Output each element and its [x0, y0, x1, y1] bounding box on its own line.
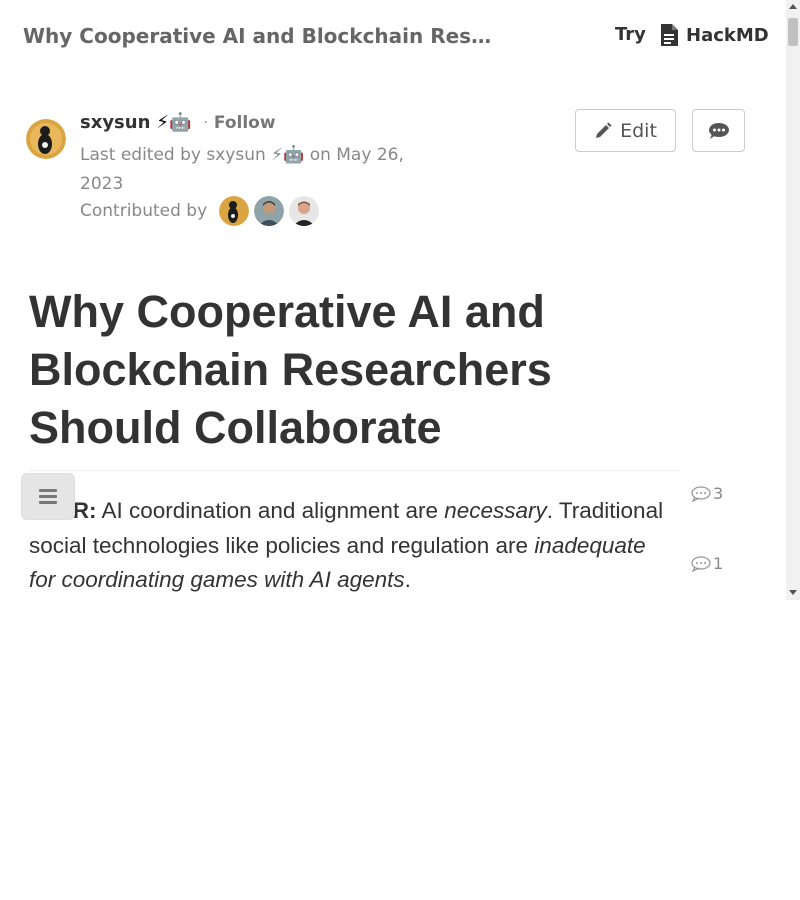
hackmd-link[interactable]: HackMD — [660, 24, 769, 46]
edited-by-name[interactable]: sxysun — [206, 145, 265, 165]
inline-comment-count[interactable]: 3 — [691, 484, 723, 503]
edited-emoji: ⚡🤖 — [271, 145, 305, 165]
contributors: Contributed by — [80, 196, 320, 226]
comment-icon — [691, 555, 711, 572]
scrollbar-thumb[interactable] — [788, 18, 798, 46]
pencil-icon — [596, 122, 612, 138]
hackmd-label: HackMD — [686, 24, 769, 46]
try-link[interactable]: Try — [615, 24, 646, 45]
comment-count: 3 — [713, 484, 724, 503]
comment-icon — [691, 485, 711, 502]
contributor-avatar[interactable] — [289, 196, 320, 226]
edit-label: Edit — [620, 119, 657, 142]
edited-prefix: Last edited by — [80, 145, 201, 165]
file-icon — [661, 24, 678, 46]
follow-button[interactable]: Follow — [214, 113, 276, 133]
doc-title[interactable]: Why Cooperative AI and Blockchain Resea.… — [23, 24, 493, 48]
article-title: Why Cooperative AI and Blockchain Resear… — [29, 286, 552, 453]
viewport: Why Cooperative AI and Blockchain Resea.… — [0, 0, 786, 600]
emphasis-text: necessary — [444, 498, 547, 523]
scroll-up-arrow-icon[interactable] — [789, 4, 797, 9]
comment-count: 1 — [713, 554, 724, 573]
separator-dot: · — [203, 114, 208, 131]
contributed-label: Contributed by — [80, 201, 208, 221]
edit-button[interactable]: Edit — [575, 109, 676, 152]
table-of-contents-button[interactable] — [22, 474, 74, 519]
title-divider — [29, 470, 679, 471]
author-name[interactable]: sxysun — [80, 112, 150, 133]
paragraph-text: AI coordination and alignment are — [96, 498, 445, 523]
menu-icon — [39, 489, 57, 504]
contributor-avatar[interactable] — [219, 196, 250, 226]
tldr-paragraph: TLDR: AI coordination and alignment are … — [29, 494, 669, 598]
paragraph-text: . — [404, 567, 411, 592]
comments-button[interactable] — [692, 109, 745, 152]
contributor-avatars — [219, 196, 320, 226]
inline-comment-count[interactable]: 1 — [691, 554, 723, 573]
author-emoji: ⚡🤖 — [156, 112, 192, 133]
last-edited-info: Last edited by sxysun ⚡🤖 on May 26, 2023 — [80, 141, 440, 199]
scroll-down-arrow-icon[interactable] — [789, 590, 797, 595]
top-bar: Why Cooperative AI and Blockchain Resea.… — [0, 0, 786, 72]
vertical-scrollbar[interactable] — [786, 0, 800, 600]
author-avatar[interactable] — [26, 119, 66, 159]
avatar-image — [26, 119, 66, 159]
comment-icon — [708, 122, 729, 139]
contributor-avatar[interactable] — [254, 196, 285, 226]
author-line: sxysun ⚡🤖 · Follow — [80, 112, 276, 133]
